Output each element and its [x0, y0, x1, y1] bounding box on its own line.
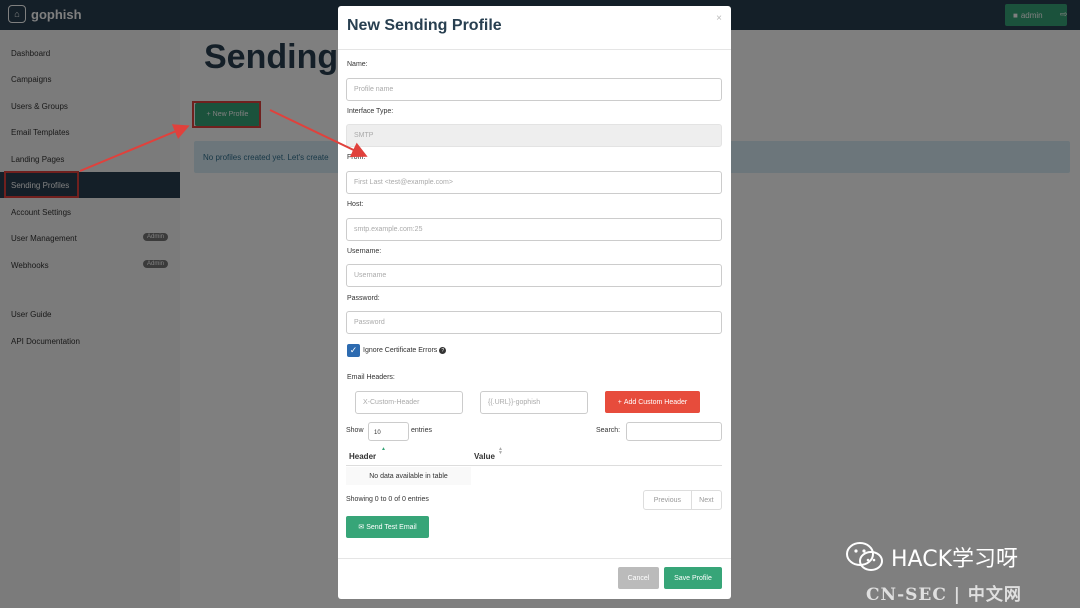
envelope-icon: ✉ — [358, 524, 365, 531]
username-placeholder: Username — [354, 272, 387, 279]
next-page-button[interactable]: Next — [692, 491, 721, 509]
username-label: Username: — [347, 248, 382, 255]
custom-header-input[interactable]: X-Custom-Header — [355, 391, 463, 414]
sort-icon: ▲ ▼ — [498, 446, 503, 456]
custom-value-input[interactable]: {{.URL}}-gophish — [480, 391, 588, 414]
watermark-subtext: CN-SEC | 中文网 — [866, 585, 1022, 605]
show-label: Show — [346, 427, 364, 434]
custom-header-placeholder: X-Custom-Header — [363, 399, 420, 406]
from-label: From: — [347, 154, 366, 161]
cancel-button[interactable]: Cancel — [618, 567, 659, 589]
table-empty-row: No data available in table — [346, 467, 471, 485]
interface-type-field: SMTP — [346, 124, 722, 147]
entries-length-select[interactable]: 10 — [368, 422, 409, 441]
from-input[interactable]: First Last <test@example.com> — [346, 171, 722, 194]
sort-asc-icon: ▲ — [381, 446, 386, 452]
from-placeholder: First Last <test@example.com> — [354, 179, 453, 186]
username-input[interactable]: Username — [346, 264, 722, 287]
host-placeholder: smtp.example.com:25 — [354, 226, 423, 233]
entries-length-value: 10 — [374, 430, 381, 436]
interface-type-label: Interface Type: — [347, 108, 394, 115]
ignore-cert-checkbox[interactable]: ✓ — [347, 344, 360, 357]
email-headers-label: Email Headers: — [347, 374, 395, 381]
check-icon: ✓ — [349, 345, 358, 355]
watermark: HACK学习呀 — [845, 540, 1018, 574]
interface-type-value: SMTP — [354, 132, 374, 139]
profile-name-placeholder: Profile name — [354, 86, 394, 93]
column-header-value[interactable]: Value — [474, 452, 495, 461]
host-input[interactable]: smtp.example.com:25 — [346, 218, 722, 241]
ignore-cert-label[interactable]: Ignore Certificate Errors ? — [363, 347, 447, 354]
entries-label: entries — [411, 427, 433, 434]
modal-header: New Sending Profile × — [338, 6, 731, 50]
pagination: Previous Next — [643, 490, 722, 510]
host-label: Host: — [347, 201, 364, 208]
password-placeholder: Password — [354, 319, 385, 326]
search-label: Search: — [596, 427, 621, 434]
send-test-email-label: Send Test Email — [366, 523, 417, 531]
table-search-input[interactable] — [626, 422, 722, 441]
close-icon[interactable]: × — [716, 13, 722, 24]
modal-footer-divider — [338, 558, 731, 559]
modal-title: New Sending Profile — [347, 17, 502, 34]
table-header-divider — [346, 465, 722, 466]
password-input[interactable]: Password — [346, 311, 722, 334]
table-info: Showing 0 to 0 of 0 entries — [346, 496, 429, 503]
empty-table-text: No data available in table — [369, 472, 448, 480]
name-label: Name: — [347, 61, 368, 68]
wechat-icon — [846, 542, 883, 571]
watermark-text: HACK学习呀 — [891, 547, 1018, 572]
help-icon[interactable]: ? — [439, 347, 447, 354]
new-sending-profile-modal: New Sending Profile × Name: Profile name… — [338, 6, 731, 599]
plus-icon: + — [617, 398, 622, 406]
send-test-email-button[interactable]: ✉ Send Test Email — [346, 516, 429, 538]
add-custom-header-button[interactable]: + Add Custom Header — [605, 391, 700, 413]
column-header-header[interactable]: Header — [349, 452, 376, 461]
add-custom-header-label: Add Custom Header — [623, 398, 688, 406]
ignore-cert-text: Ignore Certificate Errors — [363, 347, 438, 354]
previous-page-button[interactable]: Previous — [644, 491, 692, 509]
custom-value-placeholder: {{.URL}}-gophish — [488, 399, 541, 406]
password-label: Password: — [347, 295, 380, 302]
profile-name-input[interactable]: Profile name — [346, 78, 722, 101]
save-profile-button[interactable]: Save Profile — [664, 567, 722, 589]
